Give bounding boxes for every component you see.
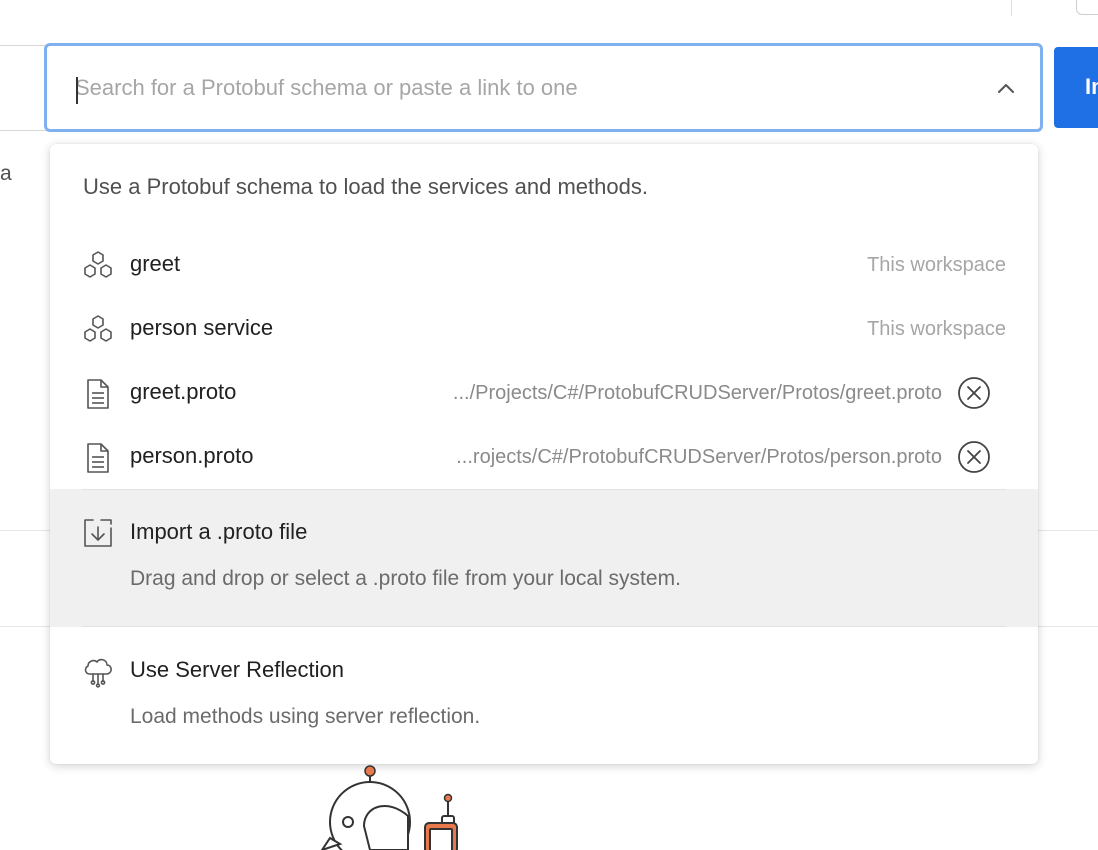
divider <box>82 489 1006 490</box>
schema-dropdown: Use a Protobuf schema to load the servic… <box>50 144 1038 764</box>
server-reflection-title: Use Server Reflection <box>130 657 344 682</box>
hexagons-icon <box>84 315 112 342</box>
dropdown-hint: Use a Protobuf schema to load the servic… <box>83 174 648 199</box>
file-option-person-proto[interactable]: person.proto ...rojects/C#/ProtobufCRUDS… <box>50 425 1038 489</box>
astronaut-illustration <box>320 765 458 850</box>
import-proto-description: Drag and drop or select a .proto file fr… <box>130 567 681 590</box>
server-reflection-description: Load methods using server reflection. <box>130 705 481 728</box>
top-control[interactable] <box>1076 0 1098 15</box>
remove-icon[interactable] <box>956 439 992 475</box>
divider <box>1011 0 1012 16</box>
remove-icon[interactable] <box>956 375 992 411</box>
server-reflection-option[interactable]: Use Server Reflection Load methods using… <box>50 627 1038 765</box>
schema-option-greet[interactable]: greet This workspace <box>50 233 1038 297</box>
file-icon <box>87 379 109 409</box>
import-file-icon <box>84 519 112 547</box>
text-caret <box>76 77 78 104</box>
invoke-button[interactable]: Im <box>1054 47 1098 128</box>
hexagons-icon <box>84 251 112 278</box>
import-proto-title: Import a .proto file <box>130 519 308 544</box>
schema-location: This workspace <box>867 318 1006 340</box>
method-select-field[interactable] <box>0 45 50 131</box>
background-text: a <box>0 162 12 185</box>
schema-location: This workspace <box>867 254 1006 276</box>
schema-search-input[interactable] <box>75 68 955 108</box>
file-option-greet-proto[interactable]: greet.proto .../Projects/C#/ProtobufCRUD… <box>50 361 1038 425</box>
import-proto-option[interactable]: Import a .proto file Drag and drop or se… <box>50 489 1038 627</box>
chevron-up-icon[interactable] <box>993 76 1019 102</box>
file-name: greet.proto <box>130 379 237 404</box>
file-name: person.proto <box>130 443 254 468</box>
file-icon <box>87 443 109 473</box>
schema-option-person-service[interactable]: person service This workspace <box>50 297 1038 361</box>
schema-name: greet <box>130 251 181 276</box>
cloud-network-icon <box>84 658 112 688</box>
file-path: ...rojects/C#/ProtobufCRUDServer/Protos/… <box>456 446 942 468</box>
schema-search-combobox[interactable] <box>44 43 1043 132</box>
schema-name: person service <box>130 315 274 340</box>
file-path: .../Projects/C#/ProtobufCRUDServer/Proto… <box>452 382 942 404</box>
